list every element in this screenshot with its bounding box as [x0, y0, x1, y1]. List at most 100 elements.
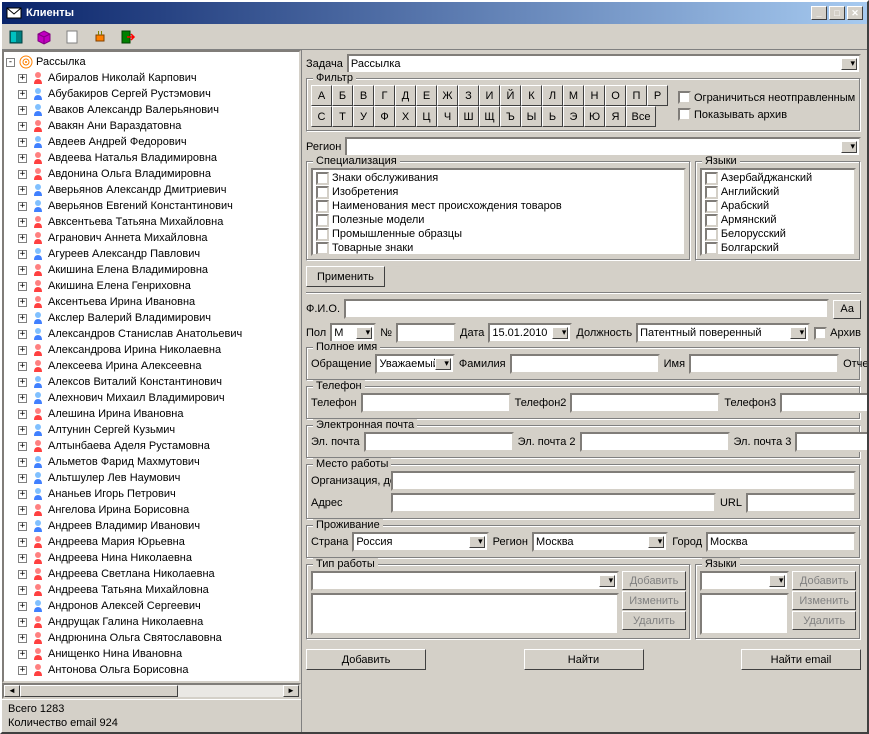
url-input[interactable] [746, 493, 856, 513]
expand-icon[interactable]: + [18, 634, 27, 643]
expand-icon[interactable]: + [18, 650, 27, 659]
alpha-У[interactable]: У [353, 106, 374, 127]
expand-icon[interactable]: + [18, 298, 27, 307]
tree-item[interactable]: +Александров Станислав Анатольевич [6, 326, 297, 342]
residence-region-select[interactable]: Москва [532, 532, 668, 552]
tree-item[interactable]: +Авакян Ани Вараздатовна [6, 118, 297, 134]
tree-item[interactable]: +Андреева Нина Николаевна [6, 550, 297, 566]
tree-item[interactable]: +Абиралов Николай Карпович [6, 70, 297, 86]
email2-input[interactable] [580, 432, 730, 452]
spec-item[interactable]: Полезные модели [314, 213, 683, 227]
position-select[interactable]: Патентный поверенный [636, 323, 810, 343]
alpha-Е[interactable]: Е [416, 85, 437, 106]
collapse-icon[interactable]: - [6, 58, 15, 67]
tree-item[interactable]: +Алексеева Ирина Алексеевна [6, 358, 297, 374]
tree-item[interactable]: +Авдеев Андрей Федорович [6, 134, 297, 150]
alpha-Р[interactable]: Р [647, 85, 668, 106]
case-button[interactable]: Аа [833, 300, 861, 319]
spec-item[interactable]: Знаки обслуживания [314, 171, 683, 185]
tree-item[interactable]: +Агранович Аннета Михайловна [6, 230, 297, 246]
expand-icon[interactable]: + [18, 106, 27, 115]
country-select[interactable]: Россия [352, 532, 488, 552]
alpha-Ы[interactable]: Ы [521, 106, 542, 127]
alpha-К[interactable]: К [521, 85, 542, 106]
close-button[interactable]: ✕ [847, 6, 863, 20]
expand-icon[interactable]: + [18, 282, 27, 291]
alpha-Ф[interactable]: Ф [374, 106, 395, 127]
expand-icon[interactable]: + [18, 554, 27, 563]
expand-icon[interactable]: + [18, 234, 27, 243]
expand-icon[interactable]: + [18, 346, 27, 355]
addr-input[interactable] [391, 493, 716, 513]
alpha-П[interactable]: П [626, 85, 647, 106]
worktype-select[interactable] [311, 571, 619, 591]
tree-item[interactable]: +Ангелова Ирина Борисовна [6, 502, 297, 518]
langs2-select[interactable] [700, 571, 790, 591]
expand-icon[interactable]: + [18, 186, 27, 195]
spec-item[interactable]: Изобретения [314, 185, 683, 199]
langs2-del[interactable]: Удалить [792, 611, 856, 630]
alpha-И[interactable]: И [479, 85, 500, 106]
page-icon[interactable] [62, 27, 82, 47]
expand-icon[interactable]: + [18, 74, 27, 83]
alpha-Все[interactable]: Все [626, 106, 656, 127]
tree-item[interactable]: +Аваков Александр Валерьянович [6, 102, 297, 118]
tree-item[interactable]: +Акишина Елена Владимировна [6, 262, 297, 278]
expand-icon[interactable]: + [18, 154, 27, 163]
num-input[interactable] [396, 323, 456, 343]
alpha-Х[interactable]: Х [395, 106, 416, 127]
alpha-М[interactable]: М [563, 85, 584, 106]
alpha-Э[interactable]: Э [563, 106, 584, 127]
alpha-Ч[interactable]: Ч [437, 106, 458, 127]
plug-icon[interactable] [90, 27, 110, 47]
expand-icon[interactable]: + [18, 314, 27, 323]
expand-icon[interactable]: + [18, 666, 27, 675]
region-select[interactable] [345, 137, 861, 157]
tree-root[interactable]: - Рассылка [6, 54, 297, 70]
firstname-input[interactable] [689, 354, 839, 374]
tree-item[interactable]: +Андрущак Галина Николаевна [6, 614, 297, 630]
expand-icon[interactable]: + [18, 602, 27, 611]
tree-item[interactable]: +Алтынбаева Аделя Рустамовна [6, 438, 297, 454]
lastname-input[interactable] [510, 354, 660, 374]
alpha-О[interactable]: О [605, 85, 626, 106]
lang-item[interactable]: Арабский [703, 199, 853, 213]
langs2-listbox[interactable] [700, 593, 790, 635]
tree-item[interactable]: +Ананьев Игорь Петрович [6, 486, 297, 502]
expand-icon[interactable]: + [18, 442, 27, 451]
client-tree[interactable]: - Рассылка +Абиралов Николай Карпович+Аб… [2, 50, 301, 683]
tree-item[interactable]: +Альметов Фарид Махмутович [6, 454, 297, 470]
spec-item[interactable]: Товарные знаки [314, 241, 683, 255]
archive-checkbox[interactable]: Архив [814, 327, 861, 340]
alpha-Н[interactable]: Н [584, 85, 605, 106]
expand-icon[interactable]: + [18, 538, 27, 547]
expand-icon[interactable]: + [18, 394, 27, 403]
tree-item[interactable]: +Антонова Ольга Борисовна [6, 662, 297, 678]
h-scrollbar[interactable]: ◄ ► [2, 683, 301, 699]
phone3-input[interactable] [780, 393, 867, 413]
tree-item[interactable]: +Андрюнина Ольга Святославовна [6, 630, 297, 646]
langs2-add[interactable]: Добавить [792, 571, 856, 590]
spec-item[interactable]: Промышленные образцы [314, 227, 683, 241]
alpha-Ъ[interactable]: Ъ [500, 106, 521, 127]
task-select[interactable]: Рассылка [347, 54, 861, 74]
expand-icon[interactable]: + [18, 362, 27, 371]
tree-item[interactable]: +Андреева Татьяна Михайловна [6, 582, 297, 598]
alpha-Т[interactable]: Т [332, 106, 353, 127]
expand-icon[interactable]: + [18, 170, 27, 179]
find-button[interactable]: Найти [524, 649, 644, 670]
expand-icon[interactable]: + [18, 570, 27, 579]
tree-item[interactable]: +Алексов Виталий Константинович [6, 374, 297, 390]
lang-item[interactable]: Английский [703, 185, 853, 199]
email3-input[interactable] [795, 432, 867, 452]
expand-icon[interactable]: + [18, 522, 27, 531]
tree-item[interactable]: +Акслер Валерий Владимирович [6, 310, 297, 326]
expand-icon[interactable]: + [18, 586, 27, 595]
alpha-Б[interactable]: Б [332, 85, 353, 106]
alpha-В[interactable]: В [353, 85, 374, 106]
alpha-Ш[interactable]: Ш [458, 106, 479, 127]
apply-button[interactable]: Применить [306, 266, 385, 287]
tree-item[interactable]: +Аксентьева Ирина Ивановна [6, 294, 297, 310]
worktype-add[interactable]: Добавить [622, 571, 686, 590]
limit-unsent-checkbox[interactable]: Ограничиться неотправленным [678, 91, 856, 104]
